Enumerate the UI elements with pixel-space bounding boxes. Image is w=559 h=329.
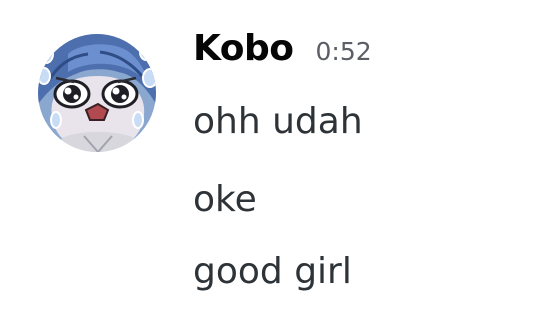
avatar[interactable] [38,34,156,152]
anime-crying-avatar-icon [38,34,156,152]
message-header: Kobo 0:52 [193,28,372,78]
message-text: oke [193,179,257,220]
message-text: ohh udah [193,101,363,142]
message-text: good girl [193,251,352,292]
timestamp[interactable]: 0:52 [316,37,372,66]
message-group: Kobo 0:52 ohh udah oke good girl [0,0,559,329]
username[interactable]: Kobo [193,28,294,69]
